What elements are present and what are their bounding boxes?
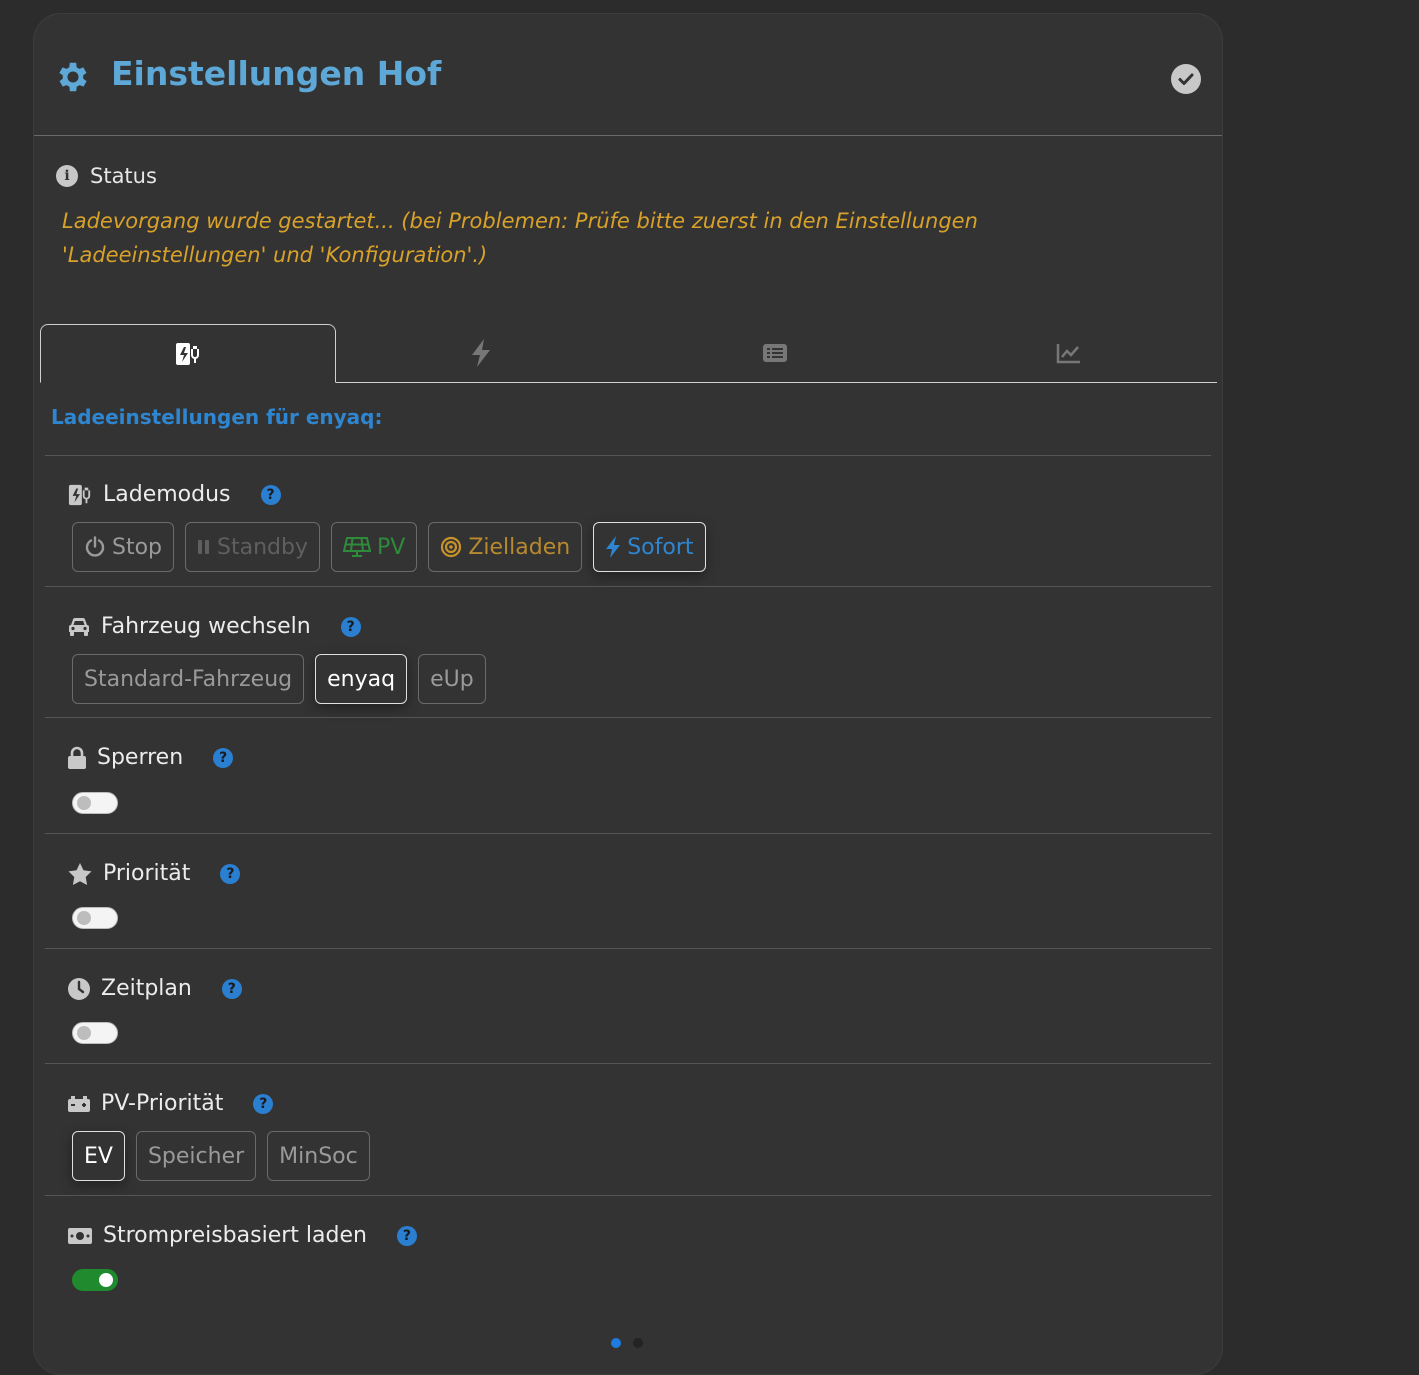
bolt-icon [472,339,490,367]
prioritaet-toggle[interactable] [72,907,118,929]
settings-card: Einstellungen Hof i Status Ladevorgang w… [33,13,1223,1375]
charging-station-icon [176,342,199,365]
zeitplan-heading: Zeitplan ? [67,976,242,1001]
enyaq-button[interactable]: enyaq [315,654,408,704]
pv-prioritaet-heading: PV-Priorität ? [67,1091,274,1116]
lademodus-heading: Lademodus ? [67,482,281,507]
prioritaet-heading: Priorität ? [67,861,241,886]
minsoc-button[interactable]: MinSoc [267,1131,370,1181]
help-icon[interactable]: ? [221,978,242,999]
tab-bar [40,324,1217,383]
tab-list[interactable] [628,324,922,382]
tab-chart[interactable] [922,324,1216,382]
solar-panel-icon [342,537,371,557]
sperren-heading: Sperren ? [67,745,234,770]
fahrzeug-buttons: Standard-Fahrzeug enyaq eUp [72,654,486,704]
help-icon[interactable]: ? [220,863,241,884]
tab-charging[interactable] [40,324,336,383]
standby-button[interactable]: Standby [185,522,320,572]
stop-button[interactable]: Stop [72,522,175,572]
divider [45,1063,1211,1064]
eup-button[interactable]: eUp [418,654,486,704]
zielladen-button[interactable]: Zielladen [428,522,583,572]
lademodus-buttons: Stop Standby PV Zielladen Sofort [72,522,706,572]
chart-line-icon [1056,344,1080,364]
power-icon [85,536,105,557]
ev-button[interactable]: EV [72,1131,125,1181]
help-icon[interactable]: ? [396,1225,417,1246]
lademodus-label: Lademodus [103,482,231,507]
prioritaet-label: Priorität [103,861,191,886]
speicher-button[interactable]: Speicher [135,1131,257,1181]
charging-station-icon [68,484,91,505]
strompreis-label: Strompreisbasiert laden [103,1223,367,1248]
money-bill-icon [68,1227,92,1244]
clock-icon [68,977,90,1000]
page-dot[interactable] [633,1338,643,1348]
bolt-icon [606,536,621,558]
check-circle-icon[interactable] [1171,64,1201,94]
status-label: Status [90,164,157,188]
divider [45,586,1211,587]
strompreis-heading: Strompreisbasiert laden ? [67,1223,417,1248]
target-icon [441,536,462,558]
pv-prioritaet-label: PV-Priorität [101,1091,224,1116]
page-dot[interactable] [611,1338,621,1348]
divider [45,833,1211,834]
page-title: Einstellungen Hof [111,54,442,93]
pv-button[interactable]: PV [330,522,418,572]
help-icon[interactable]: ? [213,747,234,768]
zeitplan-label: Zeitplan [101,976,192,1001]
tab-power[interactable] [334,324,628,382]
divider [45,717,1211,718]
sperren-label: Sperren [97,745,184,770]
standard-fahrzeug-button[interactable]: Standard-Fahrzeug [72,654,305,704]
pause-icon [198,540,210,554]
help-icon[interactable]: ? [253,1093,274,1114]
section-title: Ladeeinstellungen für enyaq: [51,405,383,429]
fahrzeug-heading: Fahrzeug wechseln ? [67,614,361,639]
gear-icon [59,62,87,92]
car-battery-icon [68,1095,90,1112]
pv-prioritaet-buttons: EV Speicher MinSoc [72,1131,370,1181]
divider [45,455,1211,456]
sofort-button[interactable]: Sofort [593,522,706,572]
divider [45,948,1211,949]
info-icon: i [56,165,78,187]
sperren-toggle[interactable] [72,792,118,814]
page-indicator [611,1338,643,1348]
lock-icon [68,746,86,769]
zeitplan-toggle[interactable] [72,1022,118,1044]
strompreis-toggle[interactable] [72,1269,118,1291]
help-icon[interactable]: ? [260,484,281,505]
divider [45,1195,1211,1196]
fahrzeug-label: Fahrzeug wechseln [101,614,311,639]
car-icon [69,617,89,636]
help-icon[interactable]: ? [340,616,361,637]
status-message: Ladevorgang wurde gestartet... (bei Prob… [62,209,978,267]
status-heading: i Status [56,164,157,188]
star-icon [68,862,92,885]
card-header: Einstellungen Hof [34,14,1222,136]
list-icon [763,344,787,362]
